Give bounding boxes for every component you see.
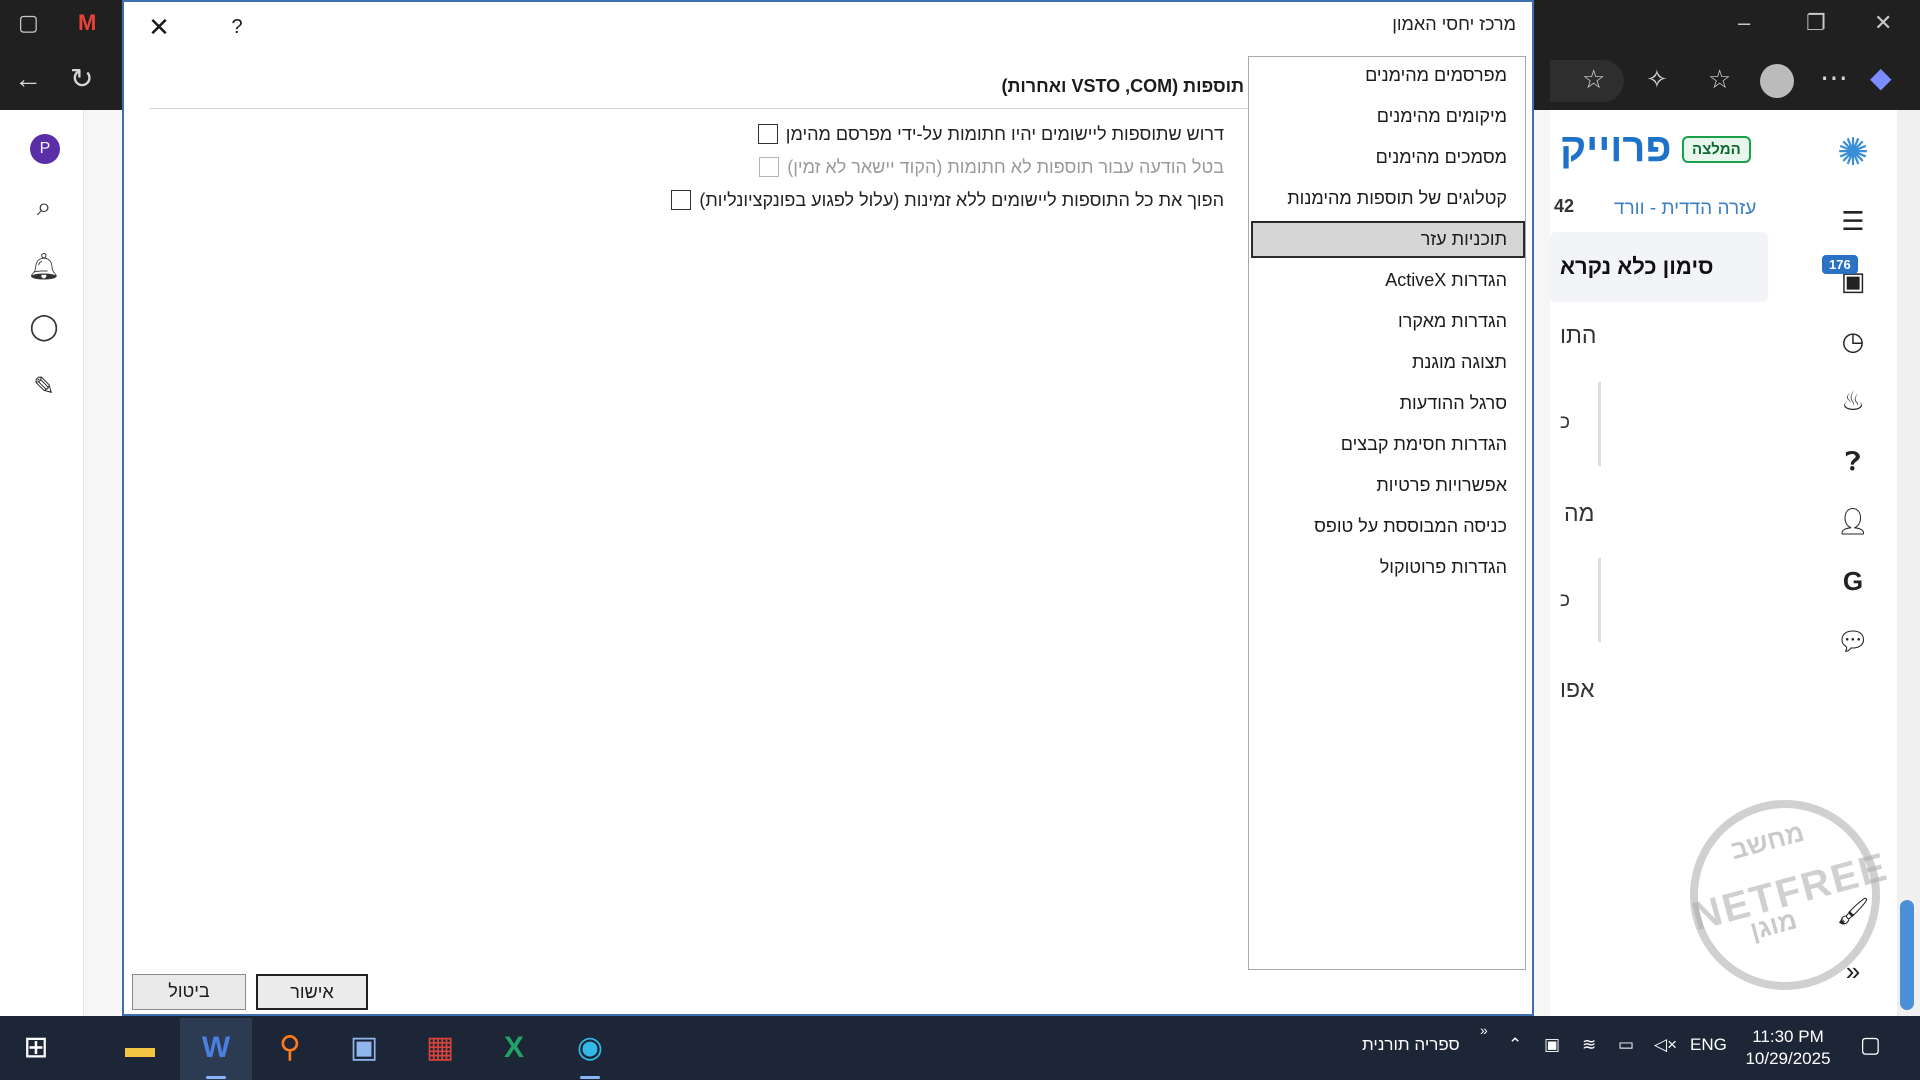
battery-icon[interactable]: ▭ [1618,1035,1634,1055]
left-sidebar: P ⌕ 🔔︎ ◯ ✎ [0,110,84,1016]
back-icon[interactable]: ← [14,65,42,93]
category-form-based-signin[interactable]: כניסה המבוססת על טופס [1251,508,1525,545]
category-addins[interactable]: תוכניות עזר [1251,221,1525,258]
help-button[interactable]: ? [222,12,252,42]
help-icon[interactable]: ❓︎ [1835,446,1871,478]
option-disable-all-addins[interactable]: הפוך את כל התוספות ליישומים ללא זמינות (… [671,188,1224,212]
clock-date: 10/29/2025 [1745,1049,1831,1068]
page-scrollbar-thumb[interactable] [1900,900,1914,1010]
menu-icon[interactable]: ☰ [1835,206,1871,237]
start-icon[interactable]: ⊞ [16,1028,56,1068]
trust-center-dialog: מרכז יחסי האמון ? ✕ מפרסמים מהימנים מיקו… [122,0,1534,1016]
tray-chevron[interactable]: » [1480,1022,1488,1038]
content-fragment: כ [1560,590,1570,611]
page-scrollbar[interactable] [1897,110,1920,1016]
section-title: תוספות (VSTO ,COM ואחרות) [1001,76,1244,96]
inbox-count-badge: 176 [1822,255,1858,274]
tray-app-label[interactable]: ספריה תורנית [1362,1035,1460,1055]
category-privacy-options[interactable]: אפשרויות פרטיות [1251,467,1525,504]
dialog-title: מרכז יחסי האמון [1392,14,1516,34]
file-explorer-icon[interactable]: ▬ [120,1028,160,1068]
count-label: 42 [1554,196,1575,216]
fire-icon[interactable]: ♨ [1835,386,1871,417]
option-require-signed-addins[interactable]: דרוש שתוספות ליישומים יהיו חתומות על-ידי… [757,122,1224,146]
category-trusted-publishers[interactable]: מפרסמים מהימנים [1251,57,1525,94]
gmail-icon[interactable]: M [78,12,96,34]
category-activex-settings[interactable]: הגדרות ActiveX [1251,262,1525,299]
recommendation-badge: המלצה [1682,136,1751,163]
system-clock[interactable]: 11:30 PM 10/29/2025 [1740,1026,1836,1070]
mark-all-read[interactable]: סימון כלא נקרא [1560,254,1713,280]
content-fragment: התו [1560,322,1597,348]
profile-icon[interactable] [1760,64,1794,98]
language-indicator[interactable]: ENG [1690,1035,1727,1055]
compose-icon[interactable]: ✎ [26,368,62,404]
restore-icon[interactable]: ❐ [1806,12,1826,34]
close-icon[interactable]: ✕ [1874,12,1892,34]
divider [1598,382,1601,466]
option-label: בטל הודעה עבור תוספות לא חתומות (הקוד יי… [787,156,1224,177]
option-disable-unsigned-notification: בטל הודעה עבור תוספות לא חתומות (הקוד יי… [759,155,1224,179]
bell-icon[interactable]: 🔔︎ [26,248,62,284]
running-indicator [206,1076,226,1079]
edge-icon[interactable]: ◉ [570,1028,610,1068]
content-fragment: כ [1560,412,1570,433]
site-title[interactable]: פרוייק [1560,126,1671,171]
category-file-block-settings[interactable]: הגדרות חסימת קבצים [1251,426,1525,463]
category-macro-settings[interactable]: הגדרות מאקרו [1251,303,1525,340]
refresh-icon[interactable]: ↻ [70,65,93,93]
chat-bubble-icon[interactable]: 💬︎ [1835,626,1871,657]
category-list: מפרסמים מהימנים מיקומים מהימנים מסמכים מ… [1248,56,1526,970]
copilot-icon[interactable]: ◆ [1870,64,1892,92]
show-hidden-icons-icon[interactable]: ⌃ [1508,1035,1522,1055]
clock-time: 11:30 PM [1752,1027,1824,1046]
cancel-button[interactable]: ביטול [132,974,246,1010]
content-fragment: אפו [1560,676,1595,702]
users-icon[interactable]: 👤︎ [1835,506,1871,537]
checkbox[interactable] [671,190,692,210]
category-message-bar[interactable]: סרגל ההודעות [1251,385,1525,422]
option-label: הפוך את כל התוספות ליישומים ללא זמינות (… [699,189,1224,210]
extensions-icon[interactable]: ✧ [1646,66,1668,92]
notifications-icon[interactable]: ▢ [1860,1032,1881,1058]
search-app-icon[interactable]: ⚲ [270,1028,310,1068]
chat-icon[interactable]: ◯ [26,308,62,344]
category-protected-view[interactable]: תצוגה מוגנת [1251,344,1525,381]
search-icon[interactable]: ⌕ [26,188,62,224]
volume-icon[interactable]: ◁× [1654,1035,1677,1055]
divider [1598,558,1601,642]
favorites-icon[interactable]: ☆ [1708,66,1731,92]
category-trusted-addin-catalogs[interactable]: קטלוגים של תוספות מהימנות [1251,180,1525,217]
category-trusted-documents[interactable]: מסמכים מהימנים [1251,139,1525,176]
section-divider [150,108,1248,109]
google-icon[interactable]: G [1835,566,1871,597]
content-fragment: מה [1564,500,1595,526]
running-indicator [580,1076,600,1079]
checkbox-disabled [759,157,780,177]
word-icon[interactable]: W [196,1028,236,1068]
breadcrumb[interactable]: עזרה הדדית - וורד [1614,198,1756,220]
minimize-icon[interactable]: – [1738,12,1750,34]
excel-icon[interactable]: X [494,1028,534,1068]
star-icon[interactable]: ☆ [1582,66,1605,92]
clock-icon[interactable]: ◷ [1835,326,1871,357]
tab-actions-icon[interactable]: ▢ [18,12,39,34]
more-icon[interactable]: ⋯ [1820,64,1848,92]
category-protocol-settings[interactable]: הגדרות פרוטוקול [1251,549,1525,586]
remote-tray-icon[interactable]: ▣ [1544,1035,1560,1055]
category-trusted-locations[interactable]: מיקומים מהימנים [1251,98,1525,135]
option-label: דרוש שתוספות ליישומים יהיו חתומות על-ידי… [785,123,1224,144]
checkbox[interactable] [757,124,778,144]
library-app-icon[interactable]: ▦ [420,1028,460,1068]
site-logo-icon[interactable]: ✺ [1835,130,1871,175]
close-button[interactable]: ✕ [142,10,176,44]
remote-desktop-icon[interactable]: ▣ [344,1028,384,1068]
profile-avatar[interactable]: P [30,134,60,164]
network-icon[interactable]: ≋ [1582,1035,1596,1055]
ok-button[interactable]: אישור [256,974,368,1010]
